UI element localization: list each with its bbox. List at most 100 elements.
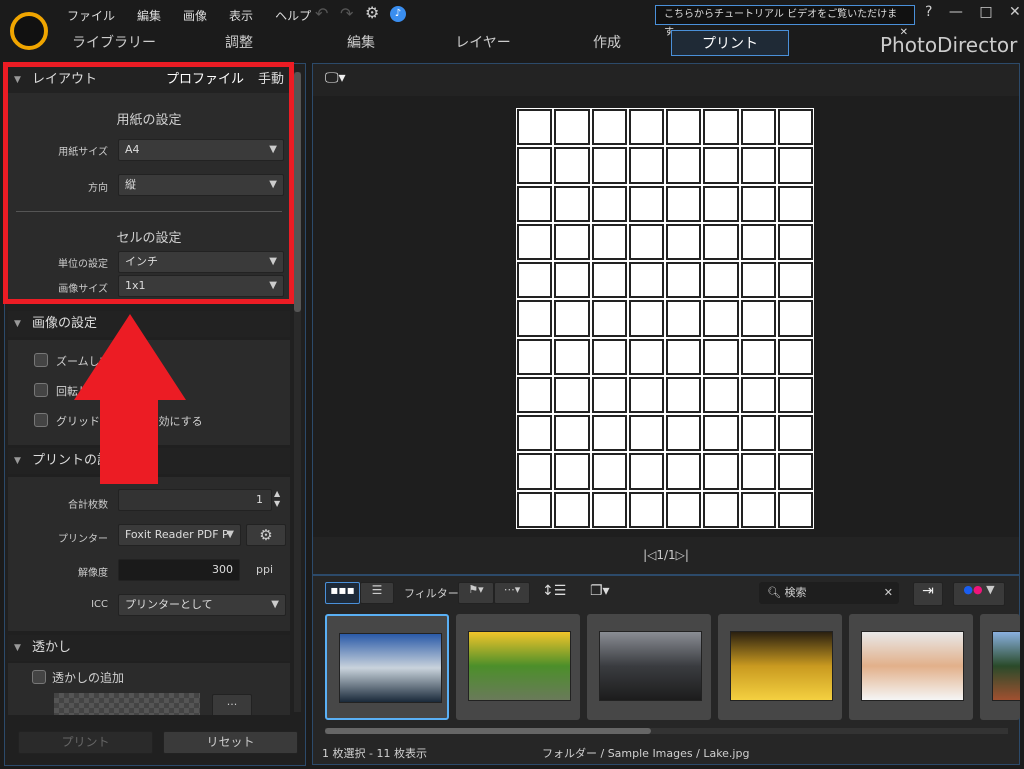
print-cell[interactable]: [591, 147, 627, 184]
print-cell[interactable]: [591, 453, 627, 490]
menu-image[interactable]: 画像: [183, 9, 207, 23]
clear-search-icon[interactable]: ✕: [884, 582, 893, 604]
color-label-button[interactable]: ●● ▼: [953, 582, 1005, 606]
print-cell[interactable]: [628, 262, 664, 299]
minimize-button[interactable]: —: [949, 4, 963, 20]
printer-settings-button[interactable]: ⚙: [246, 524, 286, 546]
print-cell[interactable]: [777, 262, 813, 299]
thumbnail-boat[interactable]: [587, 614, 711, 720]
print-cell[interactable]: [517, 453, 553, 490]
print-cell[interactable]: [517, 262, 553, 299]
search-input[interactable]: 🔍︎ 検索 ✕: [759, 582, 899, 604]
maximize-button[interactable]: □: [979, 4, 992, 20]
print-cell[interactable]: [591, 262, 627, 299]
print-cell[interactable]: [517, 338, 553, 375]
grid-lines-checkbox[interactable]: [34, 413, 48, 427]
tab-layers[interactable]: レイヤー: [424, 30, 542, 56]
page-navigator[interactable]: |◁1/1▷|: [313, 548, 1019, 562]
printer-select[interactable]: Foxit Reader PDF P ▼: [118, 524, 241, 546]
print-cell[interactable]: [740, 415, 776, 452]
print-cell[interactable]: [703, 415, 739, 452]
print-cell[interactable]: [703, 262, 739, 299]
export-button[interactable]: ⇥: [913, 582, 943, 606]
print-cell[interactable]: [777, 338, 813, 375]
print-cell[interactable]: [554, 147, 590, 184]
thumbnail-scrollbar[interactable]: [325, 728, 1008, 734]
print-cell[interactable]: [666, 491, 702, 528]
tab-library[interactable]: ライブラリー: [55, 30, 173, 56]
print-cell[interactable]: [554, 453, 590, 490]
print-cell[interactable]: [517, 185, 553, 222]
tab-create[interactable]: 作成: [548, 30, 666, 56]
add-watermark-checkbox[interactable]: [32, 670, 46, 684]
print-cell[interactable]: [591, 223, 627, 261]
list-view-button[interactable]: ☰: [360, 582, 394, 604]
print-cell[interactable]: [703, 147, 739, 184]
flag-filter-button[interactable]: ⚑▾: [458, 582, 494, 604]
tab-adjust[interactable]: 調整: [180, 30, 298, 56]
undo-icon[interactable]: ↶: [315, 4, 328, 23]
close-button[interactable]: ✕: [1009, 4, 1021, 20]
tab-edit[interactable]: 編集: [302, 30, 420, 56]
print-cell[interactable]: [666, 338, 702, 375]
panel-scrollbar[interactable]: [294, 72, 301, 712]
print-cell[interactable]: [777, 453, 813, 490]
print-cell[interactable]: [666, 223, 702, 261]
menu-view[interactable]: 表示: [229, 9, 253, 23]
print-cell[interactable]: [591, 300, 627, 337]
print-cell[interactable]: [628, 300, 664, 337]
print-cell[interactable]: [628, 147, 664, 184]
display-icon[interactable]: 🖵▾: [325, 70, 346, 86]
print-cell[interactable]: [777, 185, 813, 222]
print-cell[interactable]: [628, 491, 664, 528]
watermark-header[interactable]: 透かし: [8, 635, 290, 661]
print-cell[interactable]: [666, 453, 702, 490]
print-cell[interactable]: [517, 300, 553, 337]
print-cell[interactable]: [628, 185, 664, 222]
print-cell[interactable]: [777, 109, 813, 146]
print-cell[interactable]: [591, 338, 627, 375]
print-cell[interactable]: [591, 109, 627, 146]
print-cell[interactable]: [740, 109, 776, 146]
print-cell[interactable]: [703, 491, 739, 528]
print-cell[interactable]: [740, 262, 776, 299]
print-cell[interactable]: [554, 185, 590, 222]
print-cell[interactable]: [628, 338, 664, 375]
print-cell[interactable]: [554, 300, 590, 337]
menu-file[interactable]: ファイル: [67, 9, 115, 23]
print-cell[interactable]: [517, 491, 553, 528]
print-cell[interactable]: [703, 338, 739, 375]
print-cell[interactable]: [703, 109, 739, 146]
print-cell[interactable]: [628, 415, 664, 452]
menu-help[interactable]: ヘルプ: [275, 9, 311, 23]
print-cell[interactable]: [777, 415, 813, 452]
print-cell[interactable]: [666, 147, 702, 184]
print-cell[interactable]: [777, 491, 813, 528]
print-cell[interactable]: [628, 453, 664, 490]
print-cell[interactable]: [703, 223, 739, 261]
thumbnail-view-button[interactable]: ▪▪▪: [325, 582, 360, 604]
print-cell[interactable]: [777, 300, 813, 337]
print-cell[interactable]: [666, 185, 702, 222]
print-cell[interactable]: [554, 338, 590, 375]
print-cell[interactable]: [591, 415, 627, 452]
print-cell[interactable]: [740, 491, 776, 528]
print-cell[interactable]: [703, 453, 739, 490]
print-cell[interactable]: [740, 453, 776, 490]
thumbnail-stairs[interactable]: [718, 614, 842, 720]
print-cell[interactable]: [703, 185, 739, 222]
print-cell[interactable]: [628, 223, 664, 261]
print-cell[interactable]: [628, 109, 664, 146]
more-filter-button[interactable]: ⋯▾: [494, 582, 530, 604]
thumbnail-woman[interactable]: [849, 614, 973, 720]
copies-input[interactable]: 1: [118, 489, 272, 511]
copies-stepper[interactable]: ▲ ▼: [274, 489, 280, 509]
redo-icon[interactable]: ↷: [340, 4, 353, 23]
help-button[interactable]: ?: [925, 4, 932, 20]
rotate-fit-checkbox[interactable]: [34, 383, 48, 397]
print-cell[interactable]: [777, 147, 813, 184]
print-cell[interactable]: [740, 147, 776, 184]
print-cell[interactable]: [703, 376, 739, 414]
menu-edit[interactable]: 編集: [137, 9, 161, 23]
resolution-input[interactable]: 300: [118, 559, 240, 581]
